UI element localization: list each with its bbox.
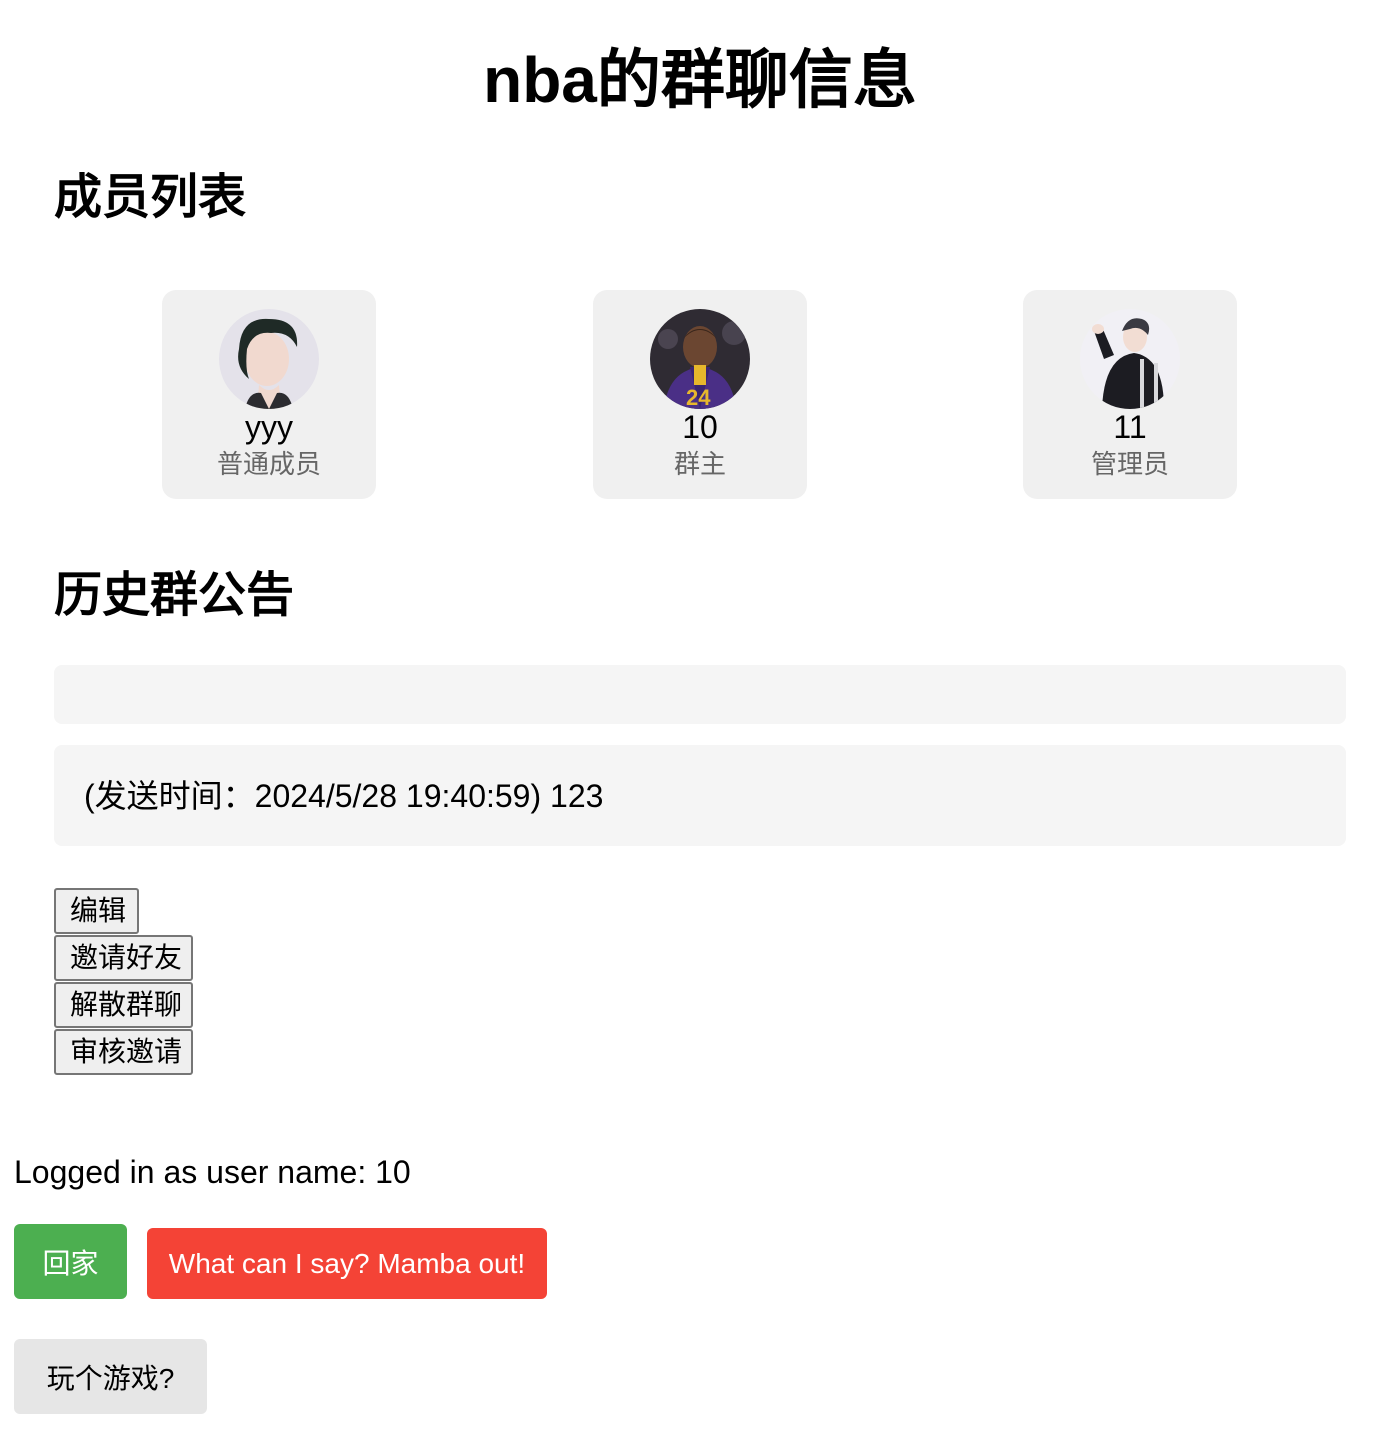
review-invites-button[interactable]: 审核邀请 [54,1029,193,1075]
invite-friend-button[interactable]: 邀请好友 [54,935,193,981]
member-card[interactable]: 24 10 群主 [593,290,807,499]
avatar [219,309,319,409]
edit-button[interactable]: 编辑 [54,888,139,934]
member-card[interactable]: 11 管理员 [1023,290,1237,499]
announcements-heading: 历史群公告 [54,569,295,622]
member-name: 11 [1113,409,1147,445]
logged-in-status: Logged in as user name: 10 [14,1154,411,1190]
announcement-item: (发送时间：2024/5/28 19:40:59) 123 [54,745,1346,846]
play-game-button[interactable]: 玩个游戏? [14,1339,207,1414]
member-name: 10 [682,409,718,445]
member-role: 普通成员 [216,449,321,479]
member-name: yyy [245,409,293,445]
home-button[interactable]: 回家 [14,1224,127,1299]
avatar [1080,309,1180,409]
members-heading: 成员列表 [54,171,247,224]
member-role: 管理员 [1090,449,1169,479]
svg-text:24: 24 [686,385,711,409]
announcement-item [54,665,1346,724]
avatar: 24 [650,309,750,409]
announcement-text: (发送时间：2024/5/28 19:40:59) 123 [84,778,604,814]
disband-group-button[interactable]: 解散群聊 [54,982,193,1028]
mamba-out-button[interactable]: What can I say? Mamba out! [147,1228,547,1299]
member-role: 群主 [673,449,726,479]
page-title: nba的群聊信息 [483,44,917,116]
member-card[interactable]: yyy 普通成员 [162,290,376,499]
